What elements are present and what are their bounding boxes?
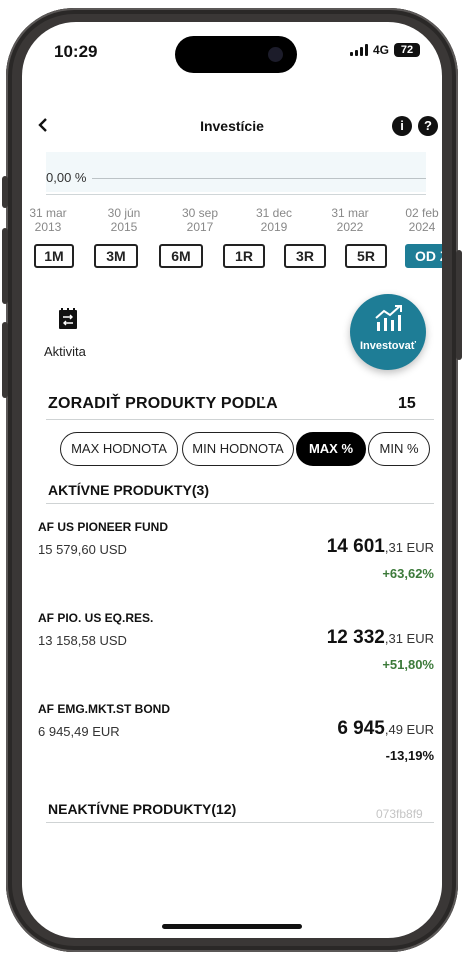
app-header: Investície i ? [22,114,442,142]
status-time: 10:29 [54,42,98,61]
signal-icon [349,44,368,56]
chart-date-label: 31 mar 2022 [331,206,369,234]
period-button-od-zac[interactable]: OD ZAČ. [405,244,442,268]
product-name: AF US PIONEER FUND [38,520,169,534]
side-button-power [456,250,462,360]
product-row[interactable]: AF PIO. US EQ.RES. 13 158,58 USD 12 332,… [22,611,442,693]
divider [46,503,434,504]
period-button-3r[interactable]: 3R [284,244,326,268]
chart-date-label: 30 jún 2015 [107,206,141,234]
product-change: +63,62% [382,566,434,581]
page-title: Investície [200,118,264,134]
product-name: AF EMG.MKT.ST BOND [38,702,170,716]
product-name: AF PIO. US EQ.RES. [38,611,154,625]
sort-chip-max-percent[interactable]: MAX % [296,432,366,466]
phone-screen: 10:29 4G 72 Investície i ? 0,00 % 31 mar… [22,22,442,938]
product-original-value: 13 158,58 USD [38,633,127,648]
transfer-list-icon [59,308,77,329]
battery-icon: 72 [394,43,420,57]
invest-button[interactable]: Investovať [350,294,426,370]
period-button-6m[interactable]: 6M [159,244,203,268]
product-count: 15 [398,395,416,412]
side-button-silent [2,176,8,208]
build-hash: 073fb8f9 [376,807,423,821]
chart-percent-label: 0,00 % [46,170,87,185]
invest-label: Investovať [359,340,416,352]
performance-chart [46,152,426,192]
inactive-products-title[interactable]: NEAKTÍVNE PRODUKTY(12) [48,801,236,817]
side-button-volume-up [2,228,8,304]
divider [46,822,434,823]
info-icon[interactable]: i [392,116,412,136]
network-type: 4G [372,43,389,57]
growth-chart-icon [375,305,402,331]
chart-x-axis [46,194,426,195]
period-button-1r[interactable]: 1R [223,244,265,268]
sort-chip-max-value[interactable]: MAX HODNOTA [60,432,178,466]
period-button-1m[interactable]: 1M [34,244,74,268]
period-button-3m[interactable]: 3M [94,244,138,268]
product-row[interactable]: AF US PIONEER FUND 15 579,60 USD 14 601,… [22,520,442,602]
status-indicators: 4G 72 [349,43,420,57]
product-value: 12 332,31 EUR [326,627,434,648]
product-change: -13,19% [385,748,434,763]
chart-date-label: 30 sep 2017 [181,206,219,234]
side-button-volume-down [2,322,8,398]
product-original-value: 6 945,49 EUR [38,724,120,739]
active-products-title: AKTÍVNE PRODUKTY(3) [48,482,210,498]
product-row[interactable]: AF EMG.MKT.ST BOND 6 945,49 EUR 6 945,49… [22,702,442,784]
product-value: 6 945,49 EUR [337,718,434,739]
chart-date-label: 02 feb 2024 [405,206,439,234]
product-change: +51,80% [382,657,434,672]
chart-zero-line [92,178,426,179]
activity-label: Aktivita [44,344,86,359]
sort-title: ZORADIŤ PRODUKTY PODĽA [48,395,278,412]
sort-chip-min-value[interactable]: MIN HODNOTA [182,432,294,466]
product-value: 14 601,31 EUR [326,536,434,557]
chart-date-label: 31 dec 2019 [255,206,293,234]
help-icon[interactable]: ? [418,116,438,136]
divider [46,419,434,420]
front-camera [268,47,283,62]
chart-date-label: 31 mar 2013 [29,206,67,234]
home-indicator [162,924,302,929]
sort-chip-min-percent[interactable]: MIN % [368,432,430,466]
product-original-value: 15 579,60 USD [38,542,127,557]
status-bar: 10:29 4G 72 [22,22,442,82]
period-button-5r[interactable]: 5R [345,244,387,268]
dynamic-island [175,36,297,73]
